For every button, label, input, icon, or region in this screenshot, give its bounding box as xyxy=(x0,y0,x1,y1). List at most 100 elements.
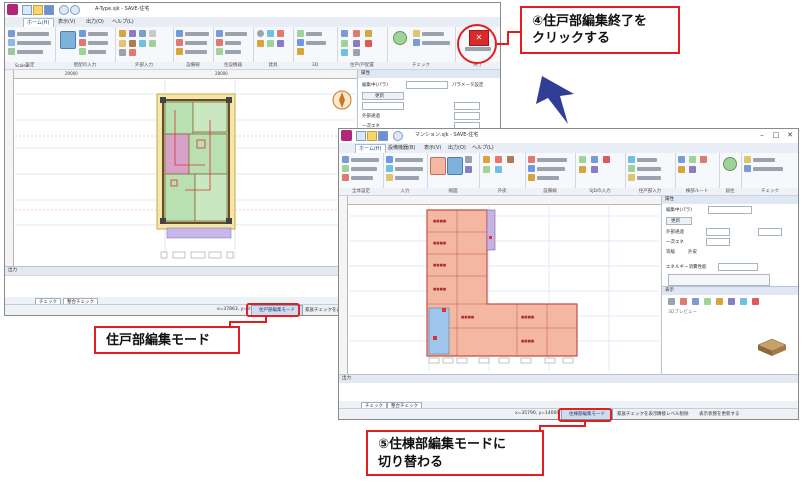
judge-icon[interactable] xyxy=(393,31,407,45)
simple-check-icon[interactable] xyxy=(744,165,751,172)
unit-part-icon[interactable] xyxy=(430,157,446,175)
fitting-d-icon[interactable] xyxy=(257,40,264,47)
equipment-line-icon[interactable] xyxy=(79,39,86,46)
pipe-icon[interactable] xyxy=(528,156,535,163)
tab-view[interactable]: 表示(V) xyxy=(55,18,78,27)
route-e-icon[interactable] xyxy=(689,166,696,173)
unit-icon[interactable] xyxy=(342,174,349,181)
simple-check-icon[interactable] xyxy=(413,39,420,46)
drawing-canvas[interactable]: 29000 28000 Scale1 xyxy=(5,63,357,266)
room-icon[interactable] xyxy=(79,30,86,37)
place-e-icon[interactable] xyxy=(353,40,360,47)
wiring-icon[interactable] xyxy=(528,174,535,181)
lighting-icon[interactable] xyxy=(386,174,393,181)
open-file-icon[interactable] xyxy=(367,131,377,141)
update-button[interactable]: 更新 xyxy=(362,92,404,100)
unit-window-icon[interactable] xyxy=(628,156,635,163)
stair-icon[interactable] xyxy=(129,30,136,37)
shelf-icon[interactable] xyxy=(216,48,223,55)
display-icon[interactable] xyxy=(216,30,223,37)
param-field-2[interactable] xyxy=(758,228,782,236)
save-icon[interactable] xyxy=(44,5,54,15)
material-icon[interactable] xyxy=(447,157,463,175)
close-button[interactable]: ✕ xyxy=(784,130,796,141)
fitting-f-icon[interactable] xyxy=(277,40,284,47)
type-select[interactable] xyxy=(406,81,448,89)
floor-material-icon[interactable] xyxy=(483,166,490,173)
rotate-icon[interactable] xyxy=(297,39,304,46)
place-g-icon[interactable] xyxy=(341,49,348,56)
redo-icon[interactable] xyxy=(70,5,80,15)
sjd-e-icon[interactable] xyxy=(591,166,598,173)
sjd-d-icon[interactable] xyxy=(579,166,586,173)
grid-icon[interactable] xyxy=(465,156,472,163)
place-f-icon[interactable] xyxy=(365,40,372,47)
paint-icon[interactable] xyxy=(216,39,223,46)
glazing-icon[interactable] xyxy=(495,166,502,173)
column-icon[interactable] xyxy=(119,49,126,56)
sjd-b-icon[interactable] xyxy=(591,156,598,163)
fitting-b-icon[interactable] xyxy=(267,30,274,37)
route-b-icon[interactable] xyxy=(689,156,696,163)
door-icon[interactable] xyxy=(149,40,156,47)
drawing-canvas[interactable]: ■■■■ ■■■■ ■■■■ ■■■■ ■■■■ ■■■■ ■■■■ xyxy=(339,196,661,374)
tab-help[interactable]: ヘルプ(L) xyxy=(469,144,497,153)
roof-material-icon[interactable] xyxy=(507,156,514,163)
shared-equipment-icon[interactable] xyxy=(386,156,393,163)
param-field-3[interactable] xyxy=(706,238,730,246)
advice-icon[interactable] xyxy=(744,156,751,163)
shading-icon[interactable] xyxy=(297,30,304,37)
building-setting-icon[interactable] xyxy=(342,156,349,163)
fitting-c-icon[interactable] xyxy=(277,30,284,37)
new-file-icon[interactable] xyxy=(356,131,366,141)
route-a-icon[interactable] xyxy=(678,156,685,163)
group-settings-icon[interactable] xyxy=(8,30,15,37)
new-file-icon[interactable] xyxy=(22,5,32,15)
exterior-wall-icon[interactable] xyxy=(483,156,490,163)
wall-input-icon[interactable] xyxy=(79,48,86,55)
place-h-icon[interactable] xyxy=(353,49,360,56)
param-field-1[interactable] xyxy=(362,102,404,110)
roof-icon[interactable] xyxy=(129,40,136,47)
exterior-stair-icon[interactable] xyxy=(139,30,146,37)
param-field-3[interactable] xyxy=(454,112,480,120)
unit-input-icon[interactable] xyxy=(342,165,349,172)
minimize-button[interactable]: – xyxy=(756,130,768,141)
unit-entrance-icon[interactable] xyxy=(628,174,635,181)
place-c-icon[interactable] xyxy=(365,30,372,37)
wall-edge-icon[interactable] xyxy=(8,48,15,55)
undo-icon[interactable] xyxy=(59,5,69,15)
building-plan-select[interactable] xyxy=(708,206,752,214)
beam-icon[interactable] xyxy=(129,49,136,56)
tab-help[interactable]: ヘルプ(L) xyxy=(109,18,137,27)
tab-view[interactable]: 表示(V) xyxy=(421,144,444,153)
duct-icon[interactable] xyxy=(528,165,535,172)
advice-icon[interactable] xyxy=(413,30,420,37)
route-c-icon[interactable] xyxy=(700,156,707,163)
layer-icon[interactable] xyxy=(465,166,472,173)
window-icon[interactable] xyxy=(139,40,146,47)
unit-wall-icon[interactable] xyxy=(628,165,635,172)
fitting-a-icon[interactable] xyxy=(257,30,264,37)
place-a-icon[interactable] xyxy=(341,30,348,37)
zoom-icon[interactable] xyxy=(297,48,304,55)
open-file-icon[interactable] xyxy=(33,5,43,15)
wall-setting-icon[interactable] xyxy=(60,31,76,49)
duct-icon[interactable] xyxy=(176,30,183,37)
wiring-icon[interactable] xyxy=(176,48,183,55)
update-button[interactable]: 更新 xyxy=(666,217,692,225)
energy-select[interactable] xyxy=(718,263,758,271)
undo-icon[interactable] xyxy=(393,131,403,141)
fitting-e-icon[interactable] xyxy=(267,40,274,47)
tab-equipment[interactable]: 設備機器(B) xyxy=(385,144,418,153)
air-duct-icon[interactable] xyxy=(386,165,393,172)
board-icon[interactable] xyxy=(8,39,15,46)
param-field-2[interactable] xyxy=(454,102,480,110)
save-icon[interactable] xyxy=(378,131,388,141)
maximize-button[interactable]: □ xyxy=(770,130,782,141)
place-d-icon[interactable] xyxy=(341,40,348,47)
tab-output[interactable]: 出力(O) xyxy=(445,144,469,153)
judge-icon[interactable] xyxy=(723,157,737,171)
place-b-icon[interactable] xyxy=(353,30,360,37)
sjd-a-icon[interactable] xyxy=(579,156,586,163)
